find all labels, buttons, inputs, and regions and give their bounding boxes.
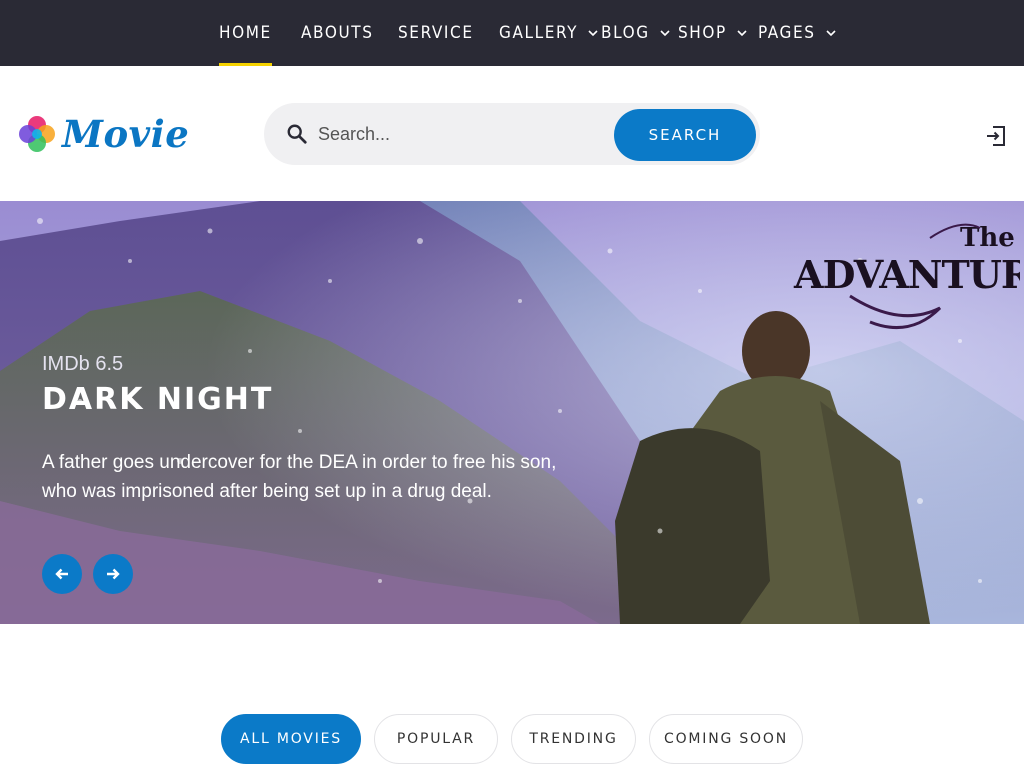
top-navigation: HOME ABOUTS SERVICE GALLERY BLOG SHOP PA… (0, 0, 1024, 66)
hero-rating: IMDb 6.5 (42, 353, 124, 375)
filter-all-movies[interactable]: ALL MOVIES (221, 714, 361, 764)
hero-title: DARK NIGHT (42, 382, 274, 417)
nav-item-label: GALLERY (499, 23, 579, 43)
nav-item-label: SERVICE (398, 23, 474, 43)
slider-prev-button[interactable] (42, 554, 82, 594)
nav-item-gallery[interactable]: GALLERY (499, 0, 599, 66)
site-logo[interactable]: Movie (18, 114, 189, 154)
login-icon[interactable] (985, 124, 1007, 148)
nav-item-label: PAGES (758, 23, 816, 43)
nav-item-abouts[interactable]: ABOUTS (301, 0, 374, 66)
nav-item-label: BLOG (601, 23, 650, 43)
svg-text:ADVANTURE: ADVANTURE (793, 252, 1020, 297)
chevron-down-icon (737, 30, 747, 37)
arrow-left-icon (55, 568, 68, 580)
chevron-down-icon (588, 30, 598, 37)
search-button[interactable]: SEARCH (614, 109, 756, 161)
nav-item-service[interactable]: SERVICE (398, 0, 474, 66)
logo-icon (19, 116, 55, 152)
filter-popular[interactable]: POPULAR (374, 714, 498, 764)
filter-coming-soon[interactable]: COMING SOON (649, 714, 803, 764)
svg-text:The: The (960, 223, 1015, 253)
nav-item-shop[interactable]: SHOP (678, 0, 748, 66)
search-icon (287, 124, 307, 144)
nav-item-blog[interactable]: BLOG (601, 0, 671, 66)
nav-item-home[interactable]: HOME (219, 0, 272, 66)
poster-title-art: The ADVANTURE (793, 223, 1020, 330)
chevron-down-icon (825, 30, 836, 37)
nav-item-label: SHOP (678, 23, 727, 43)
filter-trending[interactable]: TRENDING (511, 714, 636, 764)
search-input[interactable] (318, 116, 608, 152)
chevron-down-icon (660, 30, 670, 37)
nav-item-label: ABOUTS (301, 23, 374, 43)
search-bar: SEARCH (264, 103, 760, 165)
arrow-right-icon (107, 568, 120, 580)
hero-description: A father goes undercover for the DEA in … (42, 452, 557, 502)
nav-item-label: HOME (219, 23, 272, 43)
logo-text: Movie (62, 111, 190, 156)
slider-next-button[interactable] (93, 554, 133, 594)
nav-item-pages[interactable]: PAGES (758, 0, 837, 66)
